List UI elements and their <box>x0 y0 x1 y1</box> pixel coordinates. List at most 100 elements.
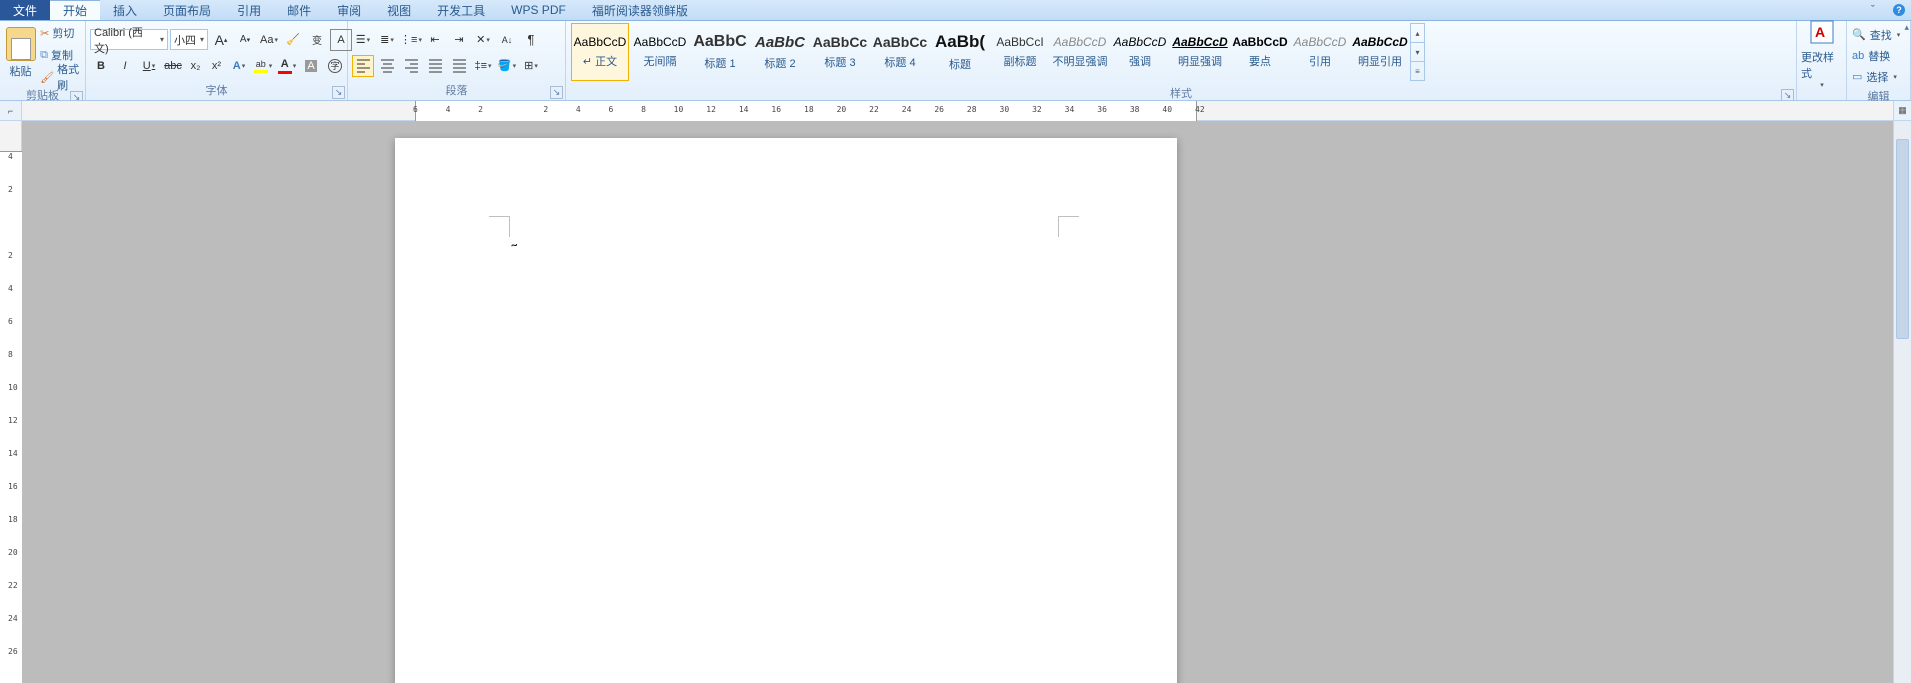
show-marks-button[interactable]: ¶ <box>520 29 542 51</box>
document-body-text[interactable] <box>511 238 517 253</box>
vertical-scrollbar[interactable] <box>1893 121 1911 683</box>
ruler-tick: 34 <box>1065 105 1075 114</box>
horizontal-ruler[interactable]: 6422468101214161820222426283032343638404… <box>22 101 1893 120</box>
grow-font-button[interactable]: A▴ <box>210 29 232 51</box>
style-heading-2[interactable]: AaBbC标题 2 <box>751 23 809 81</box>
vruler-tick: 12 <box>8 416 18 425</box>
increase-indent-button[interactable]: ⇥ <box>448 29 470 51</box>
circled-char-button[interactable]: 字 <box>324 55 346 77</box>
tab-layout[interactable]: 页面布局 <box>150 0 224 20</box>
paste-button[interactable]: 粘贴 <box>4 24 37 86</box>
margin-corner-tr <box>1058 216 1079 237</box>
asian-layout-button[interactable]: ✕▾ <box>472 29 494 51</box>
underline-button[interactable]: U▾ <box>138 55 160 77</box>
ruler-tick: 40 <box>1162 105 1172 114</box>
borders-button[interactable]: ⊞▾ <box>520 55 542 77</box>
style-subtitle[interactable]: AaBbCcI副标题 <box>991 23 1049 81</box>
vruler-tick: 20 <box>8 548 18 557</box>
horizontal-ruler-row: ⌐ 64224681012141618202224262830323436384… <box>0 101 1911 121</box>
font-color-button[interactable]: A▾ <box>276 55 298 77</box>
style-heading-1[interactable]: AaBbC标题 1 <box>691 23 749 81</box>
document-canvas[interactable] <box>22 121 1893 683</box>
distribute-button[interactable] <box>448 55 470 77</box>
justify-button[interactable] <box>424 55 446 77</box>
superscript-button[interactable]: x² <box>207 55 226 77</box>
style-title[interactable]: AaBb(标题 <box>931 23 989 81</box>
tab-view[interactable]: 视图 <box>374 0 424 20</box>
style-heading-3[interactable]: AaBbCc标题 3 <box>811 23 869 81</box>
replace-button[interactable]: ab替换 <box>1852 46 1900 65</box>
select-icon: ▭ <box>1852 70 1862 83</box>
style-quote[interactable]: AaBbCcD引用 <box>1291 23 1349 81</box>
change-styles-icon: A <box>1809 19 1835 45</box>
tab-mailings[interactable]: 邮件 <box>274 0 324 20</box>
paragraph-launcher[interactable]: ↘ <box>550 86 563 99</box>
style-subtle-emphasis[interactable]: AaBbCcD不明显强调 <box>1051 23 1109 81</box>
numbering-button[interactable]: ≣▾ <box>376 29 398 51</box>
tab-wps-pdf[interactable]: WPS PDF <box>498 0 579 20</box>
phonetic-guide-button[interactable]: 变 <box>306 29 328 51</box>
style-intense-emphasis[interactable]: AaBbCcD明显强调 <box>1171 23 1229 81</box>
format-painter-button[interactable]: 🖌格式刷 <box>40 67 81 87</box>
tab-devtools[interactable]: 开发工具 <box>424 0 498 20</box>
style-emphasis[interactable]: AaBbCcD强调 <box>1111 23 1169 81</box>
bold-button[interactable]: B <box>90 55 112 77</box>
tab-references[interactable]: 引用 <box>224 0 274 20</box>
tab-insert[interactable]: 插入 <box>100 0 150 20</box>
style-normal[interactable]: AaBbCcD↵ 正文 <box>571 23 629 81</box>
vruler-tick: 2 <box>8 185 13 194</box>
char-shading-button[interactable]: A <box>300 55 322 77</box>
text-effects-button[interactable]: A▾ <box>228 55 250 77</box>
tab-file[interactable]: 文件 <box>0 0 50 20</box>
tab-foxit[interactable]: 福昕阅读器领鲜版 <box>579 0 701 20</box>
style-no-spacing[interactable]: AaBbCcD无间隔 <box>631 23 689 81</box>
minimize-ribbon-icon[interactable]: ˇ <box>1871 4 1883 16</box>
ruler-tick: 4 <box>446 105 451 114</box>
strikethrough-button[interactable]: abc <box>162 55 184 77</box>
shrink-font-button[interactable]: A▾ <box>234 29 256 51</box>
align-left-button[interactable] <box>352 55 374 77</box>
multilevel-list-button[interactable]: ⋮≡▾ <box>400 29 422 51</box>
font-launcher[interactable]: ↘ <box>332 86 345 99</box>
font-name-combo[interactable]: Calibri (西文)▾ <box>90 29 168 50</box>
shading-button[interactable]: 🪣▾ <box>496 55 518 77</box>
sort-button[interactable]: A↓ <box>496 29 518 51</box>
help-icon[interactable]: ? <box>1893 4 1905 16</box>
align-right-button[interactable] <box>400 55 422 77</box>
indent-icon: ⇥ <box>454 33 463 46</box>
tab-home[interactable]: 开始 <box>50 0 100 20</box>
ruler-tick: 8 <box>641 105 646 114</box>
change-case-button[interactable]: Aa▾ <box>258 29 280 51</box>
ruler-tick: 38 <box>1130 105 1140 114</box>
change-styles-button[interactable]: A 更改样式 ▾ <box>1801 23 1842 85</box>
subscript-button[interactable]: x₂ <box>186 55 205 77</box>
ruler-tick: 42 <box>1195 105 1205 114</box>
font-size-combo[interactable]: 小四▾ <box>170 29 208 50</box>
clear-formatting-button[interactable]: 🧹 <box>282 29 304 51</box>
decrease-indent-button[interactable]: ⇤ <box>424 29 446 51</box>
italic-button[interactable]: I <box>114 55 136 77</box>
gallery-up[interactable]: ▴ <box>1411 24 1424 43</box>
bullets-button[interactable]: ☰▾ <box>352 29 374 51</box>
line-spacing-icon: ‡≡ <box>474 60 487 72</box>
center-button[interactable] <box>376 55 398 77</box>
ruler-tick: 6 <box>413 105 418 114</box>
style-strong[interactable]: AaBbCcD要点 <box>1231 23 1289 81</box>
style-intense-quote[interactable]: AaBbCcD明显引用 <box>1351 23 1409 81</box>
tab-review[interactable]: 审阅 <box>324 0 374 20</box>
ruler-tick: 26 <box>934 105 944 114</box>
gallery-down[interactable]: ▾ <box>1411 43 1424 62</box>
style-heading-4[interactable]: AaBbCc标题 4 <box>871 23 929 81</box>
cut-button[interactable]: ✂剪切 <box>40 23 81 43</box>
select-button[interactable]: ▭选择▾ <box>1852 67 1900 86</box>
scrollbar-thumb[interactable] <box>1896 139 1909 339</box>
find-button[interactable]: 🔍查找▾ <box>1852 25 1900 44</box>
highlight-button[interactable]: ab▾ <box>252 55 274 77</box>
vertical-ruler[interactable]: 422468101214161820222426 <box>0 121 22 683</box>
copy-icon: ⧉ <box>40 49 48 62</box>
line-spacing-button[interactable]: ‡≡▾ <box>472 55 494 77</box>
ruler-tick: 32 <box>1032 105 1042 114</box>
gallery-more[interactable]: ≡ <box>1411 62 1424 80</box>
group-font: Calibri (西文)▾ 小四▾ A▴ A▾ Aa▾ 🧹 变 A B I U▾… <box>86 21 348 100</box>
brush-icon: 🖌 <box>40 71 54 84</box>
